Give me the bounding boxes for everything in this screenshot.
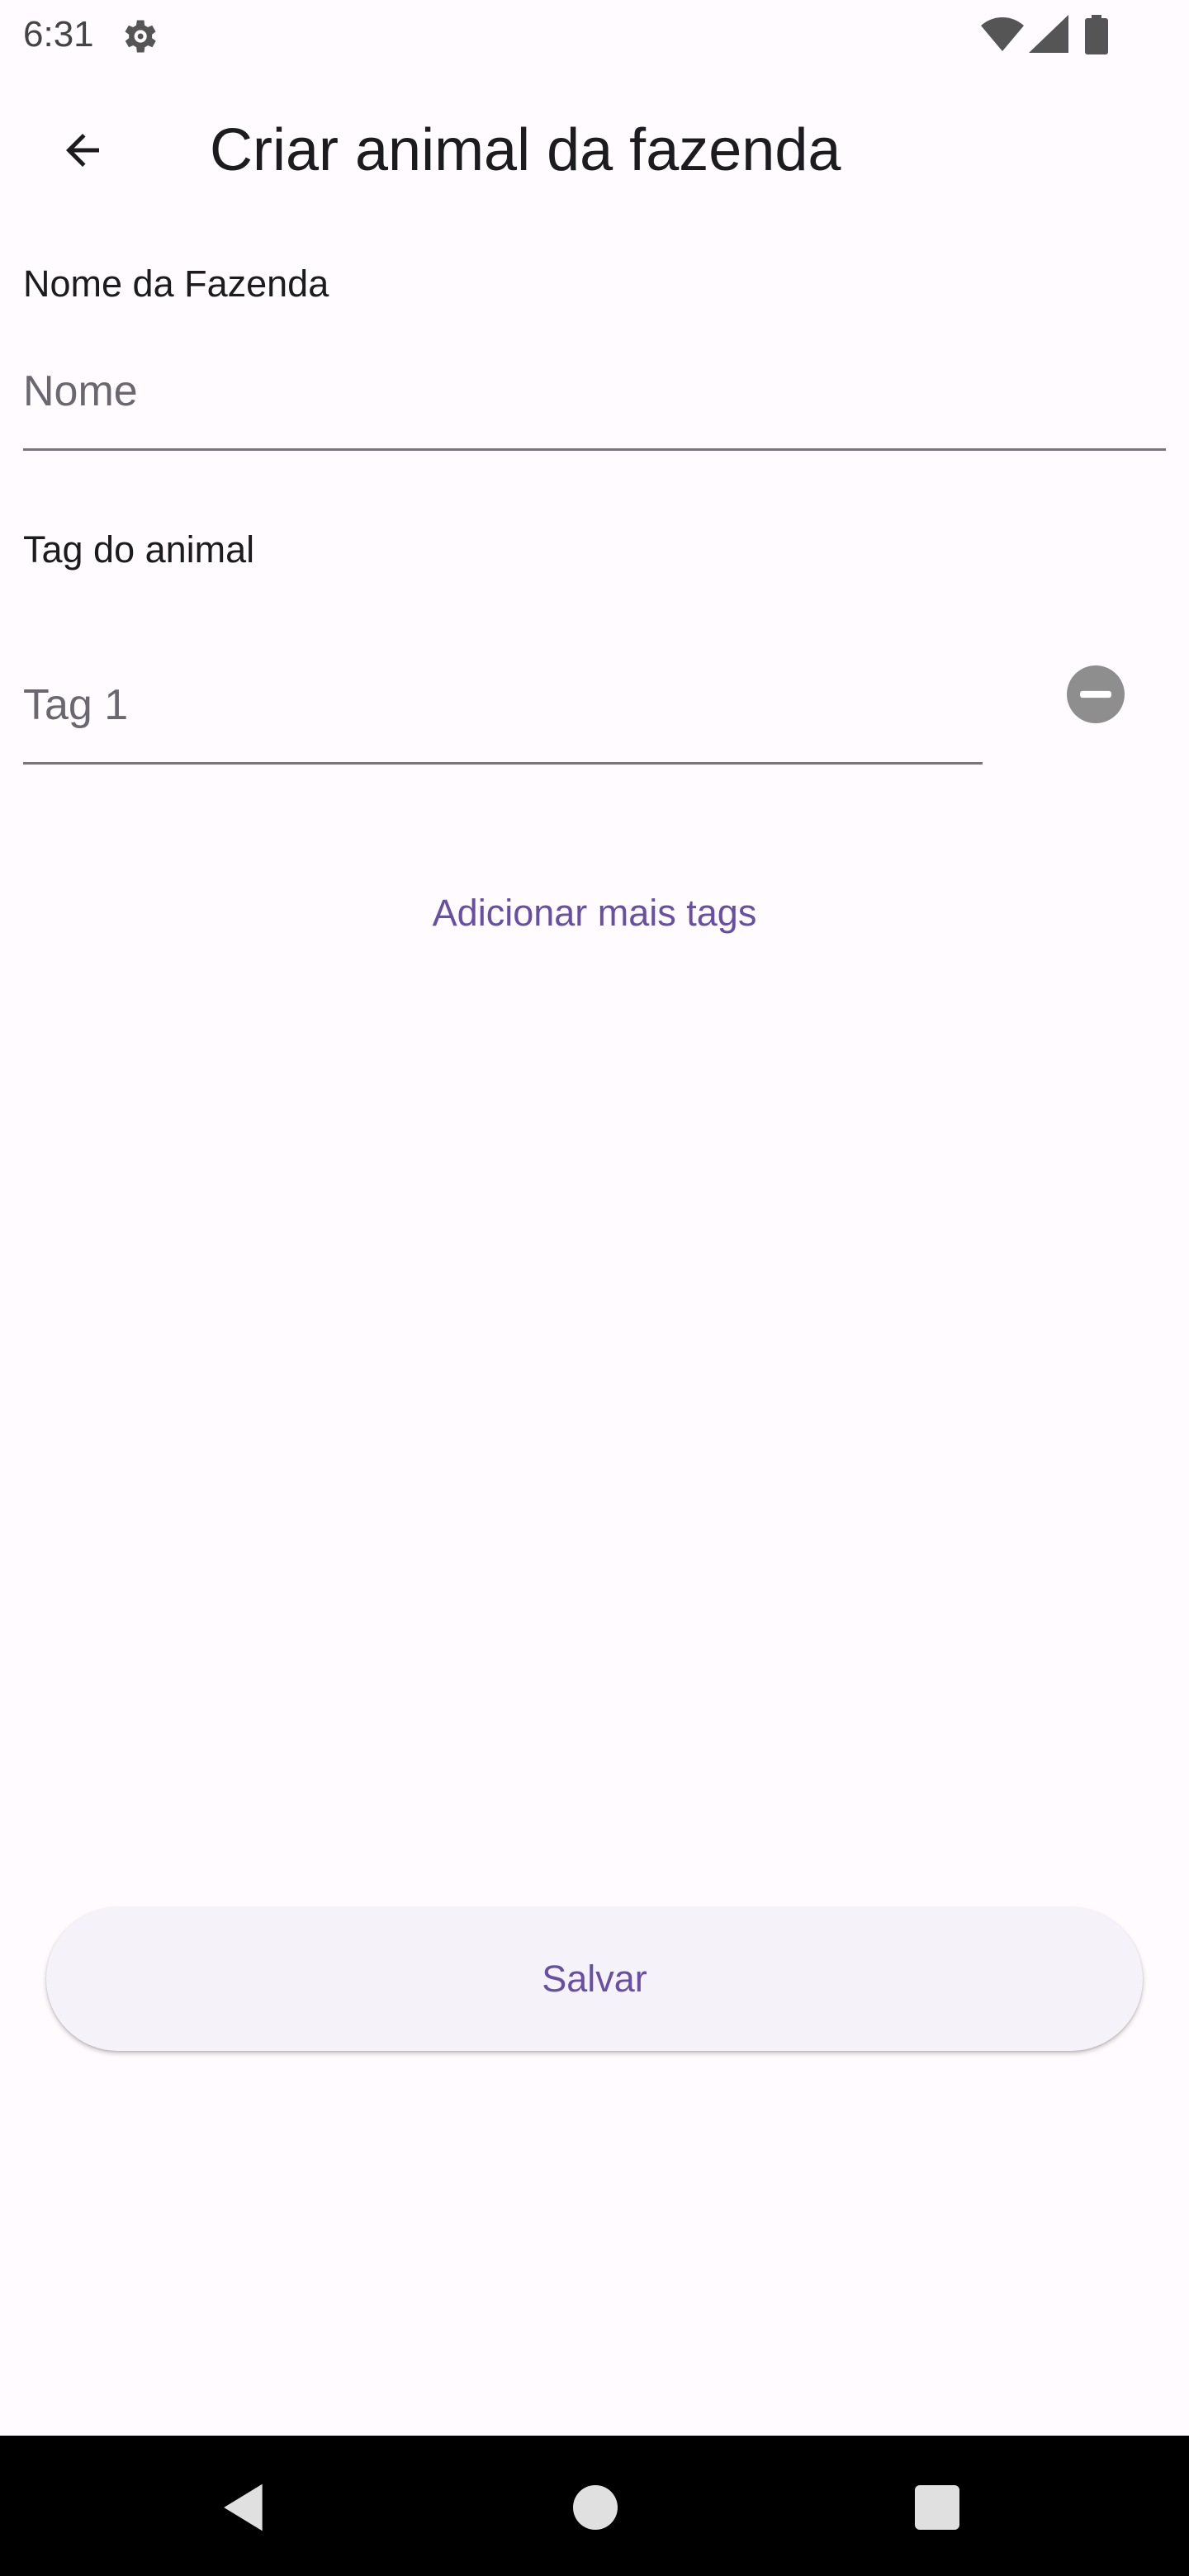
back-button[interactable] <box>40 107 126 193</box>
app-bar: Criar animal da fazenda <box>0 69 1189 231</box>
farm-name-label: Nome da Fazenda <box>23 263 329 305</box>
status-bar: 6:31 <box>0 0 1189 69</box>
battery-icon <box>1085 15 1108 54</box>
tag-input[interactable] <box>23 665 983 765</box>
remove-circle-icon[interactable] <box>1067 665 1125 723</box>
wifi-icon <box>981 17 1024 51</box>
arrow-left-icon <box>66 134 99 167</box>
add-more-tags-button[interactable]: Adicionar mais tags <box>0 887 1189 940</box>
nav-back-icon[interactable] <box>220 2482 271 2533</box>
save-button[interactable]: Salvar <box>46 1907 1143 2051</box>
navigation-bar <box>0 2436 1189 2576</box>
nav-home-icon[interactable] <box>573 2485 618 2530</box>
page-title: Criar animal da fazenda <box>210 117 841 183</box>
screen: 6:31 Criar animal da fazenda Nome da Faz… <box>0 0 1189 2576</box>
nav-recents-icon[interactable] <box>915 2485 959 2530</box>
gear-icon <box>125 20 156 53</box>
farm-name-input[interactable] <box>23 352 1166 451</box>
signal-icon <box>1029 15 1068 53</box>
status-time: 6:31 <box>23 14 94 54</box>
animal-tag-label: Tag do animal <box>23 528 255 571</box>
